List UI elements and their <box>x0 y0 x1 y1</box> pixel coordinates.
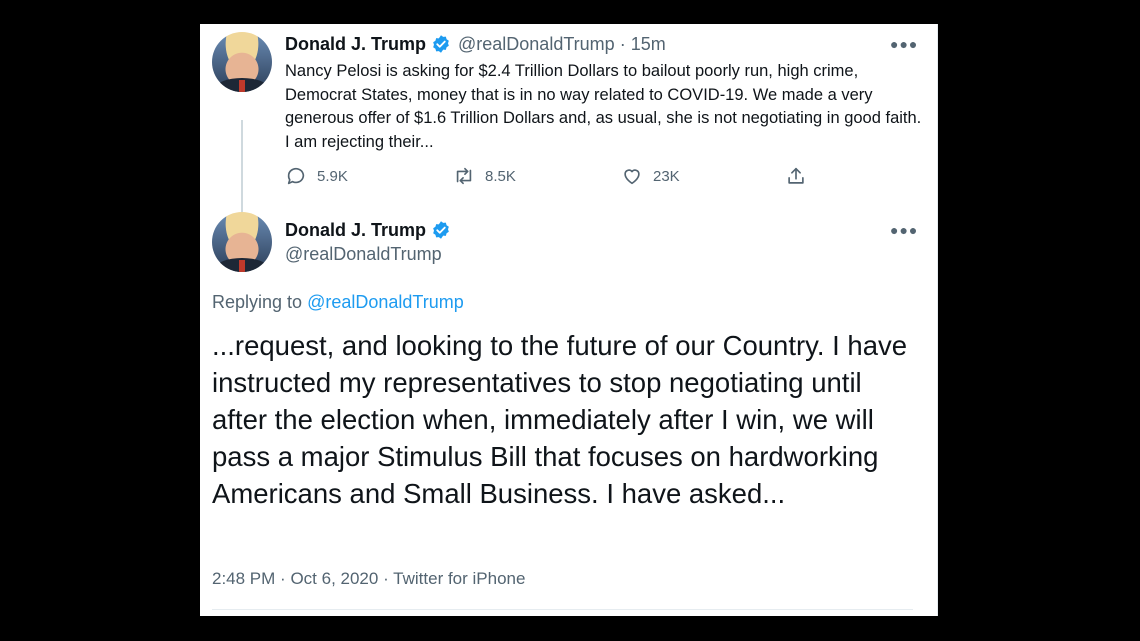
author-handle[interactable]: @realDonaldTrump <box>285 244 442 265</box>
avatar-tie <box>239 80 245 92</box>
divider <box>212 609 913 610</box>
retweet-icon <box>456 167 472 185</box>
avatar-tie <box>239 260 245 272</box>
tweet-meta: 2:48 PM · Oct 6, 2020 · Twitter for iPho… <box>212 569 525 589</box>
tweet-header-meta: @realDonaldTrump · 15m <box>458 34 666 55</box>
author-name[interactable]: Donald J. Trump <box>285 220 426 241</box>
more-icon[interactable]: ●●● <box>890 36 918 52</box>
reply-icon <box>287 167 305 185</box>
tweet-time[interactable]: 2:48 PM <box>212 569 275 588</box>
reply-count: 5.9K <box>317 167 348 185</box>
reply-button[interactable]: 5.9K <box>285 165 348 187</box>
verified-icon <box>433 221 449 239</box>
more-icon[interactable]: ●●● <box>890 222 918 238</box>
author-name[interactable]: Donald J. Trump <box>285 34 426 55</box>
author-handle[interactable]: @realDonaldTrump <box>458 34 615 54</box>
replying-handle-link[interactable]: @realDonaldTrump <box>307 292 464 312</box>
replying-prefix: Replying to <box>212 292 303 312</box>
retweet-count: 8.5K <box>485 167 516 185</box>
replying-to: Replying to @realDonaldTrump <box>212 292 464 313</box>
like-count: 23K <box>653 167 680 185</box>
separator: · <box>280 569 286 588</box>
like-button[interactable]: 23K <box>621 165 680 187</box>
tweet-source[interactable]: Twitter for iPhone <box>393 569 525 588</box>
tweet-thread-card: Donald J. Trump @realDonaldTrump · 15m ●… <box>200 24 938 616</box>
separator: · <box>383 569 389 588</box>
tweet-text: ...request, and looking to the future of… <box>212 330 908 509</box>
separator: · <box>619 34 626 54</box>
verified-icon <box>433 35 449 53</box>
like-icon <box>624 169 640 185</box>
tweet-time[interactable]: 15m <box>631 34 666 54</box>
retweet-button[interactable]: 8.5K <box>453 165 516 187</box>
avatar[interactable] <box>212 212 272 272</box>
tweet-date[interactable]: Oct 6, 2020 <box>290 569 378 588</box>
avatar[interactable] <box>212 32 272 92</box>
tweet-actions: 5.9K 8.5K 23K <box>285 165 825 191</box>
tweet-text: Nancy Pelosi is asking for $2.4 Trillion… <box>285 62 922 151</box>
share-icon <box>788 167 804 184</box>
share-button[interactable] <box>785 165 807 187</box>
